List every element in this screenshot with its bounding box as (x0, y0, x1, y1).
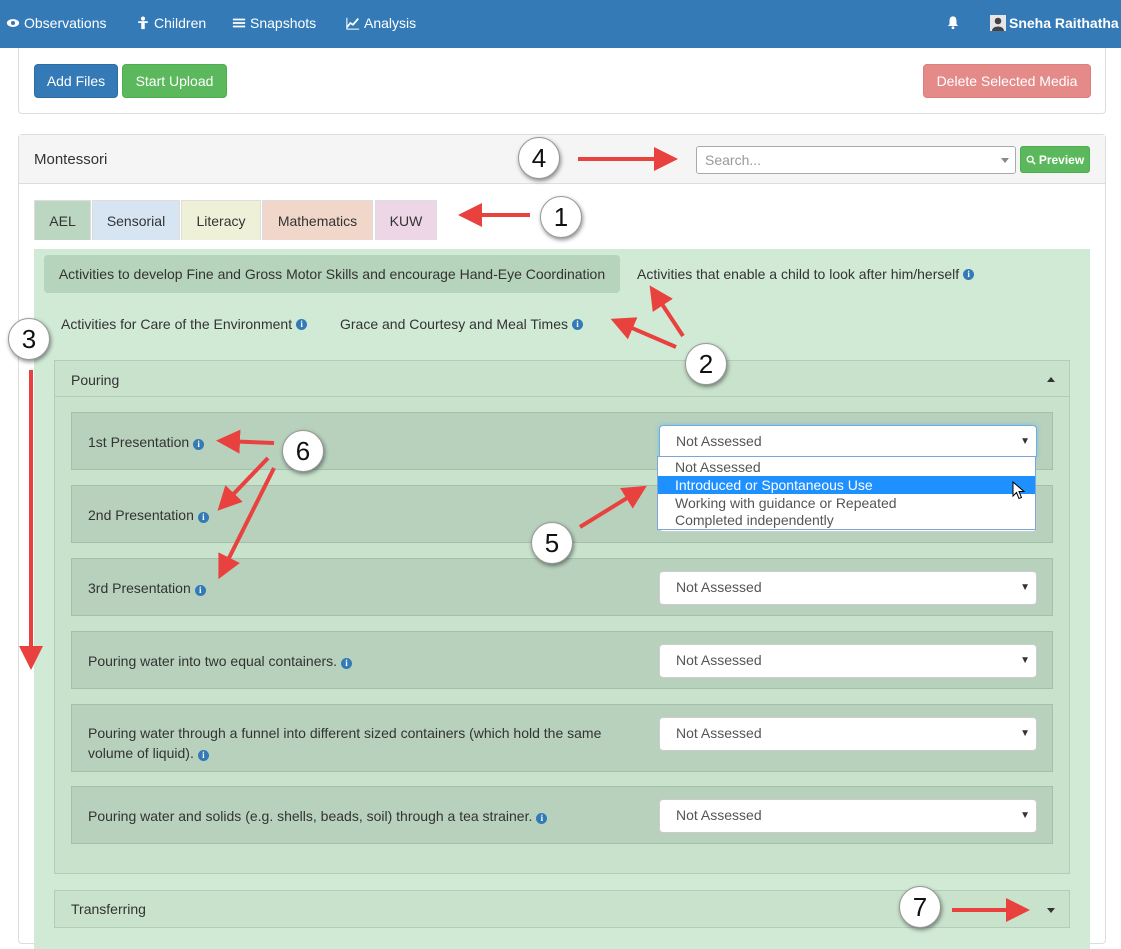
upload-panel: Add Files Start Upload Delete Selected M… (18, 48, 1106, 114)
assessment-select[interactable]: Not Assessed ▼ (659, 717, 1037, 751)
category-label: Grace and Courtesy and Meal Times (340, 316, 568, 332)
info-icon[interactable]: i (341, 658, 353, 669)
chevron-down-icon: ▼ (1020, 436, 1030, 447)
user-name: Sneha Raithatha (1009, 15, 1119, 31)
preview-label: Preview (1038, 152, 1085, 167)
category-look-after-self[interactable]: Activities that enable a child to look a… (637, 266, 975, 282)
delete-selected-media-button[interactable]: Delete Selected Media (923, 64, 1091, 98)
info-icon[interactable]: i (536, 813, 548, 824)
tab-content: Activities to develop Fine and Gross Mot… (34, 249, 1090, 949)
top-navbar: Observations Children Snapshots Analysis… (0, 0, 1121, 48)
section-pouring: Pouring 1st Presentation i Not Assessed ▼ … (54, 360, 1070, 874)
section-title[interactable]: Transferring (71, 901, 146, 917)
search-icon (1026, 155, 1036, 165)
line-chart-icon (346, 17, 360, 30)
annotation-badge-3: 3 (8, 318, 50, 360)
table-row: Pouring water into two equal containers.… (71, 631, 1053, 689)
chevron-down-icon (1001, 158, 1009, 163)
notifications-button[interactable] (946, 15, 960, 33)
chevron-down-icon: ▼ (1020, 728, 1030, 739)
bell-icon (947, 16, 959, 30)
divider (55, 396, 1069, 397)
chevron-down-icon: ▼ (1020, 655, 1030, 666)
row-label: 3rd Presentation i (88, 578, 206, 598)
dropdown-option[interactable]: Completed independently (658, 511, 1035, 529)
nav-label: Snapshots (250, 15, 317, 31)
assessment-select[interactable]: Not Assessed ▼ (659, 644, 1037, 678)
tab-mathematics[interactable]: Mathematics (262, 200, 373, 240)
nav-analysis[interactable]: Analysis (346, 15, 416, 31)
tab-ael[interactable]: AEL (34, 200, 91, 240)
tab-literacy[interactable]: Literacy (181, 200, 261, 240)
info-icon[interactable]: i (197, 750, 209, 761)
info-icon[interactable]: i (572, 318, 583, 330)
dropdown-option[interactable]: Working with guidance or Repeated (658, 494, 1035, 512)
expand-icon[interactable] (1047, 908, 1055, 913)
info-icon[interactable]: i (296, 318, 308, 330)
dropdown-option-highlighted[interactable]: Introduced or Spontaneous Use (658, 476, 1035, 494)
assessment-select[interactable]: Not Assessed ▼ (659, 799, 1037, 833)
annotation-badge-4: 4 (518, 137, 560, 179)
info-icon[interactable]: i (193, 439, 205, 450)
row-label: Pouring water and solids (e.g. shells, b… (88, 806, 548, 826)
annotation-badge-2: 2 (685, 343, 727, 385)
assessment-select[interactable]: Not Assessed ▼ (659, 425, 1037, 459)
row-label: Pouring water through a funnel into diff… (88, 725, 602, 761)
tab-sensorial[interactable]: Sensorial (92, 200, 180, 240)
mouse-cursor-icon (1012, 481, 1026, 500)
category-fine-gross-motor[interactable]: Activities to develop Fine and Gross Mot… (44, 255, 620, 293)
nav-label: Analysis (364, 15, 417, 31)
category-grace-courtesy[interactable]: Grace and Courtesy and Meal Times i (340, 316, 583, 332)
row-label: 1st Presentation i (88, 432, 205, 452)
user-avatar-icon (990, 15, 1006, 31)
user-menu[interactable]: Sneha Raithatha (990, 15, 1119, 31)
info-icon[interactable]: i (197, 512, 209, 523)
dropdown-option[interactable]: Not Assessed (658, 458, 1035, 476)
panel-title: Montessori (34, 151, 108, 168)
table-row: Pouring water through a funnel into diff… (71, 704, 1053, 772)
table-row: 3rd Presentation i Not Assessed ▼ (71, 558, 1053, 616)
nav-label: Children (154, 15, 207, 31)
row-label: 2nd Presentation i (88, 505, 209, 525)
start-upload-button[interactable]: Start Upload (122, 64, 227, 98)
search-select[interactable]: Search... (696, 146, 1016, 174)
annotation-badge-7: 7 (899, 886, 941, 928)
search-placeholder: Search... (705, 152, 762, 168)
info-icon[interactable]: i (194, 585, 206, 596)
child-icon (138, 16, 148, 30)
chevron-down-icon: ▼ (1020, 810, 1030, 821)
assessment-select[interactable]: Not Assessed ▼ (659, 571, 1037, 605)
tab-kuw[interactable]: KUW (375, 200, 437, 240)
list-icon (232, 18, 246, 28)
nav-observations[interactable]: Observations (6, 15, 106, 31)
section-title[interactable]: Pouring (71, 372, 119, 388)
preview-button[interactable]: Preview (1020, 146, 1090, 173)
table-row: Pouring water and solids (e.g. shells, b… (71, 786, 1053, 844)
annotation-badge-1: 1 (540, 196, 582, 238)
collapse-icon[interactable] (1047, 377, 1055, 382)
nav-snapshots[interactable]: Snapshots (232, 15, 316, 31)
category-label: Activities for Care of the Environment (61, 316, 293, 332)
chevron-down-icon: ▼ (1020, 582, 1030, 593)
row-label: Pouring water into two equal containers.… (88, 651, 353, 671)
assessment-dropdown-list: Not Assessed Introduced or Spontaneous U… (657, 456, 1036, 530)
annotation-badge-5: 5 (531, 522, 573, 564)
nav-label: Observations (24, 15, 107, 31)
info-icon[interactable]: i (963, 268, 975, 280)
annotation-badge-6: 6 (282, 430, 324, 472)
category-label: Activities that enable a child to look a… (637, 266, 960, 282)
nav-children[interactable]: Children (136, 15, 206, 31)
add-files-button[interactable]: Add Files (34, 64, 118, 98)
eye-icon (6, 19, 20, 27)
panel-heading: Montessori Search... Preview (19, 135, 1105, 184)
category-care-of-environment[interactable]: Activities for Care of the Environment i (61, 316, 308, 332)
